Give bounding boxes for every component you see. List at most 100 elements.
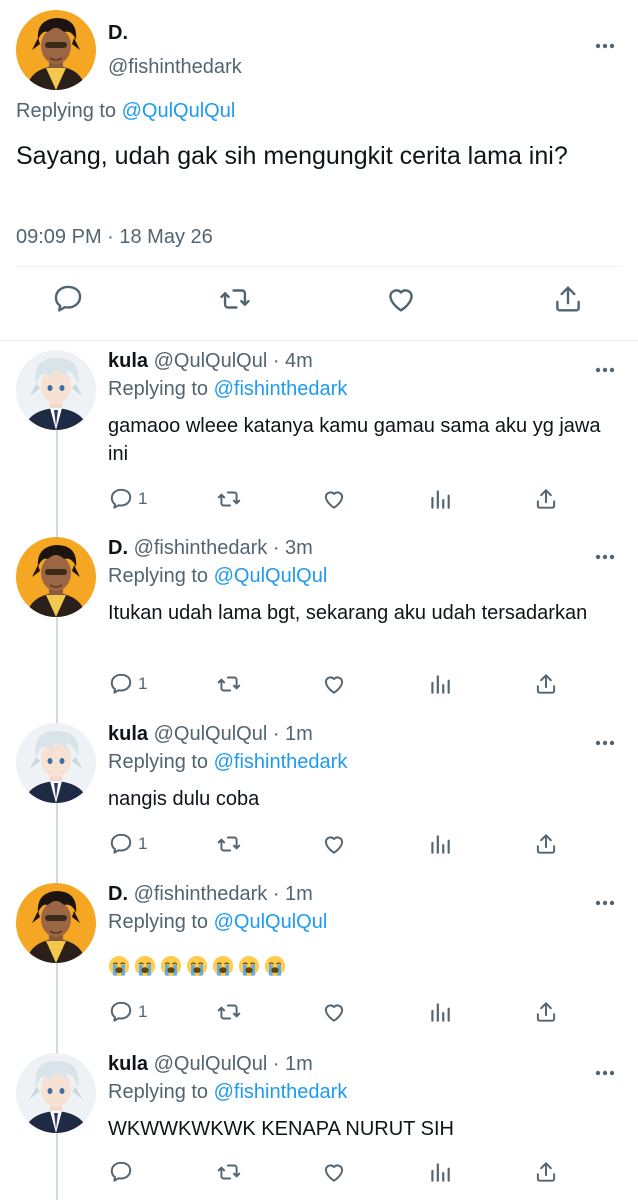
avatar[interactable] xyxy=(16,723,96,803)
reply-count: 1 xyxy=(138,1002,148,1021)
reply-time[interactable]: 3m xyxy=(285,537,313,559)
tweet-timestamp[interactable]: 09:09 PM · 18 May 26 xyxy=(16,226,213,249)
retweet-button[interactable] xyxy=(216,1159,242,1185)
replying-to-handle[interactable]: @fishinthedark xyxy=(214,378,348,400)
author-handle[interactable]: @QulQulQul xyxy=(154,1053,268,1075)
share-button[interactable] xyxy=(533,671,559,697)
action-bar: 1 xyxy=(108,486,628,516)
avatar[interactable] xyxy=(16,1053,96,1133)
share-icon xyxy=(536,489,556,509)
reply-header: kula @QulQulQul · 1m xyxy=(108,723,313,745)
like-icon xyxy=(324,836,344,854)
author-name[interactable]: kula xyxy=(108,1053,148,1075)
replying-to-handle[interactable]: @QulQulQul xyxy=(214,911,328,933)
replying-to-handle[interactable]: @QulQulQul xyxy=(214,565,328,587)
more-icon[interactable] xyxy=(594,893,616,913)
like-button[interactable] xyxy=(321,671,347,697)
reply-button[interactable] xyxy=(51,282,85,316)
author-name[interactable]: kula xyxy=(108,723,148,745)
retweet-button[interactable] xyxy=(216,999,242,1025)
reply-header: kula @QulQulQul · 4m xyxy=(108,350,313,372)
reply-tweet[interactable]: kula @QulQulQul · 4m Replying to @fishin… xyxy=(0,340,638,520)
reply-button[interactable]: 1 xyxy=(108,671,147,697)
avatar[interactable] xyxy=(16,883,96,963)
retweet-button[interactable] xyxy=(216,831,242,857)
divider xyxy=(16,266,622,267)
tweet-text: Sayang, udah gak sih mengungkit cerita l… xyxy=(16,142,568,170)
like-button[interactable] xyxy=(321,1159,347,1185)
reply-time[interactable]: 4m xyxy=(285,350,313,372)
replying-to: Replying to @QulQulQul xyxy=(16,100,235,123)
analytics-icon xyxy=(431,490,450,509)
replying-to: Replying to @QulQulQul xyxy=(108,565,328,587)
reply-tweet[interactable]: kula @QulQulQul · 1m Replying to @fishin… xyxy=(0,713,638,863)
author-name[interactable]: D. xyxy=(108,537,128,559)
share-button[interactable] xyxy=(533,831,559,857)
analytics-button[interactable] xyxy=(427,671,453,697)
replying-to-handle[interactable]: @QulQulQul xyxy=(122,100,236,122)
author-name[interactable]: D. xyxy=(108,883,128,905)
more-icon[interactable] xyxy=(594,360,616,380)
replying-to-handle[interactable]: @fishinthedark xyxy=(214,751,348,773)
retweet-button[interactable] xyxy=(218,282,252,316)
replying-to-label: Replying to xyxy=(16,100,122,122)
more-icon[interactable] xyxy=(594,1063,616,1083)
reply-button[interactable]: 1 xyxy=(108,486,147,512)
retweet-button[interactable] xyxy=(216,486,242,512)
share-button[interactable] xyxy=(533,486,559,512)
analytics-button[interactable] xyxy=(427,831,453,857)
main-tweet[interactable]: D. @fishinthedark Replying to @QulQulQul… xyxy=(0,0,638,340)
like-icon xyxy=(324,676,344,694)
author-handle[interactable]: @fishinthedark xyxy=(134,883,268,905)
action-bar xyxy=(108,1159,628,1189)
avatar[interactable] xyxy=(16,537,96,617)
reply-tweet[interactable]: D. @fishinthedark · 3m Replying to @QulQ… xyxy=(0,527,638,707)
author-handle[interactable]: @QulQulQul xyxy=(154,723,268,745)
reply-icon xyxy=(110,833,132,854)
author-name[interactable]: kula xyxy=(108,350,148,372)
author-handle[interactable]: @fishinthedark xyxy=(108,56,242,79)
replying-to: Replying to @fishinthedark xyxy=(108,378,348,400)
analytics-button[interactable] xyxy=(427,486,453,512)
loudly-crying-face-emoji xyxy=(212,955,234,977)
share-button[interactable] xyxy=(551,282,585,316)
analytics-button[interactable] xyxy=(427,999,453,1025)
reply-tweet[interactable]: kula @QulQulQul · 1m Replying to @fishin… xyxy=(0,1043,638,1200)
avatar[interactable] xyxy=(16,350,96,430)
like-button[interactable] xyxy=(384,282,418,316)
analytics-button[interactable] xyxy=(427,1159,453,1185)
retweet-button[interactable] xyxy=(216,671,242,697)
more-icon[interactable] xyxy=(594,547,616,567)
reply-button[interactable]: 1 xyxy=(108,831,147,857)
author-handle[interactable]: @fishinthedark xyxy=(134,537,268,559)
reply-count: 1 xyxy=(138,489,148,508)
reply-time[interactable]: 1m xyxy=(285,723,313,745)
avatar[interactable] xyxy=(16,10,96,90)
like-button[interactable] xyxy=(321,831,347,857)
loudly-crying-face-emoji xyxy=(134,955,156,977)
like-button[interactable] xyxy=(321,999,347,1025)
reply-tweet[interactable]: D. @fishinthedark · 1m Replying to @QulQ… xyxy=(0,873,638,1033)
like-button[interactable] xyxy=(321,486,347,512)
author-name[interactable]: D. xyxy=(108,22,128,45)
reply-time[interactable]: 1m xyxy=(285,883,313,905)
retweet-icon xyxy=(217,491,241,507)
loudly-crying-face-emoji xyxy=(186,955,208,977)
author-handle[interactable]: @QulQulQul xyxy=(154,350,268,372)
share-button[interactable] xyxy=(533,999,559,1025)
reply-button[interactable]: 1 xyxy=(108,999,147,1025)
reply-button[interactable] xyxy=(108,1159,134,1185)
more-icon[interactable] xyxy=(594,733,616,753)
reply-emoji-text xyxy=(108,955,608,977)
analytics-icon xyxy=(431,835,450,854)
more-icon[interactable] xyxy=(594,36,616,56)
reply-time[interactable]: 1m xyxy=(285,1053,313,1075)
share-icon xyxy=(536,674,556,694)
replying-to-handle[interactable]: @fishinthedark xyxy=(214,1081,348,1103)
reply-text: gamaoo wleee katanya kamu gamau sama aku… xyxy=(108,415,601,465)
action-bar: 1 xyxy=(108,671,628,701)
like-icon xyxy=(324,1164,344,1182)
share-button[interactable] xyxy=(533,1159,559,1185)
loudly-crying-face-emoji xyxy=(238,955,260,977)
reply-count: 1 xyxy=(138,834,148,853)
